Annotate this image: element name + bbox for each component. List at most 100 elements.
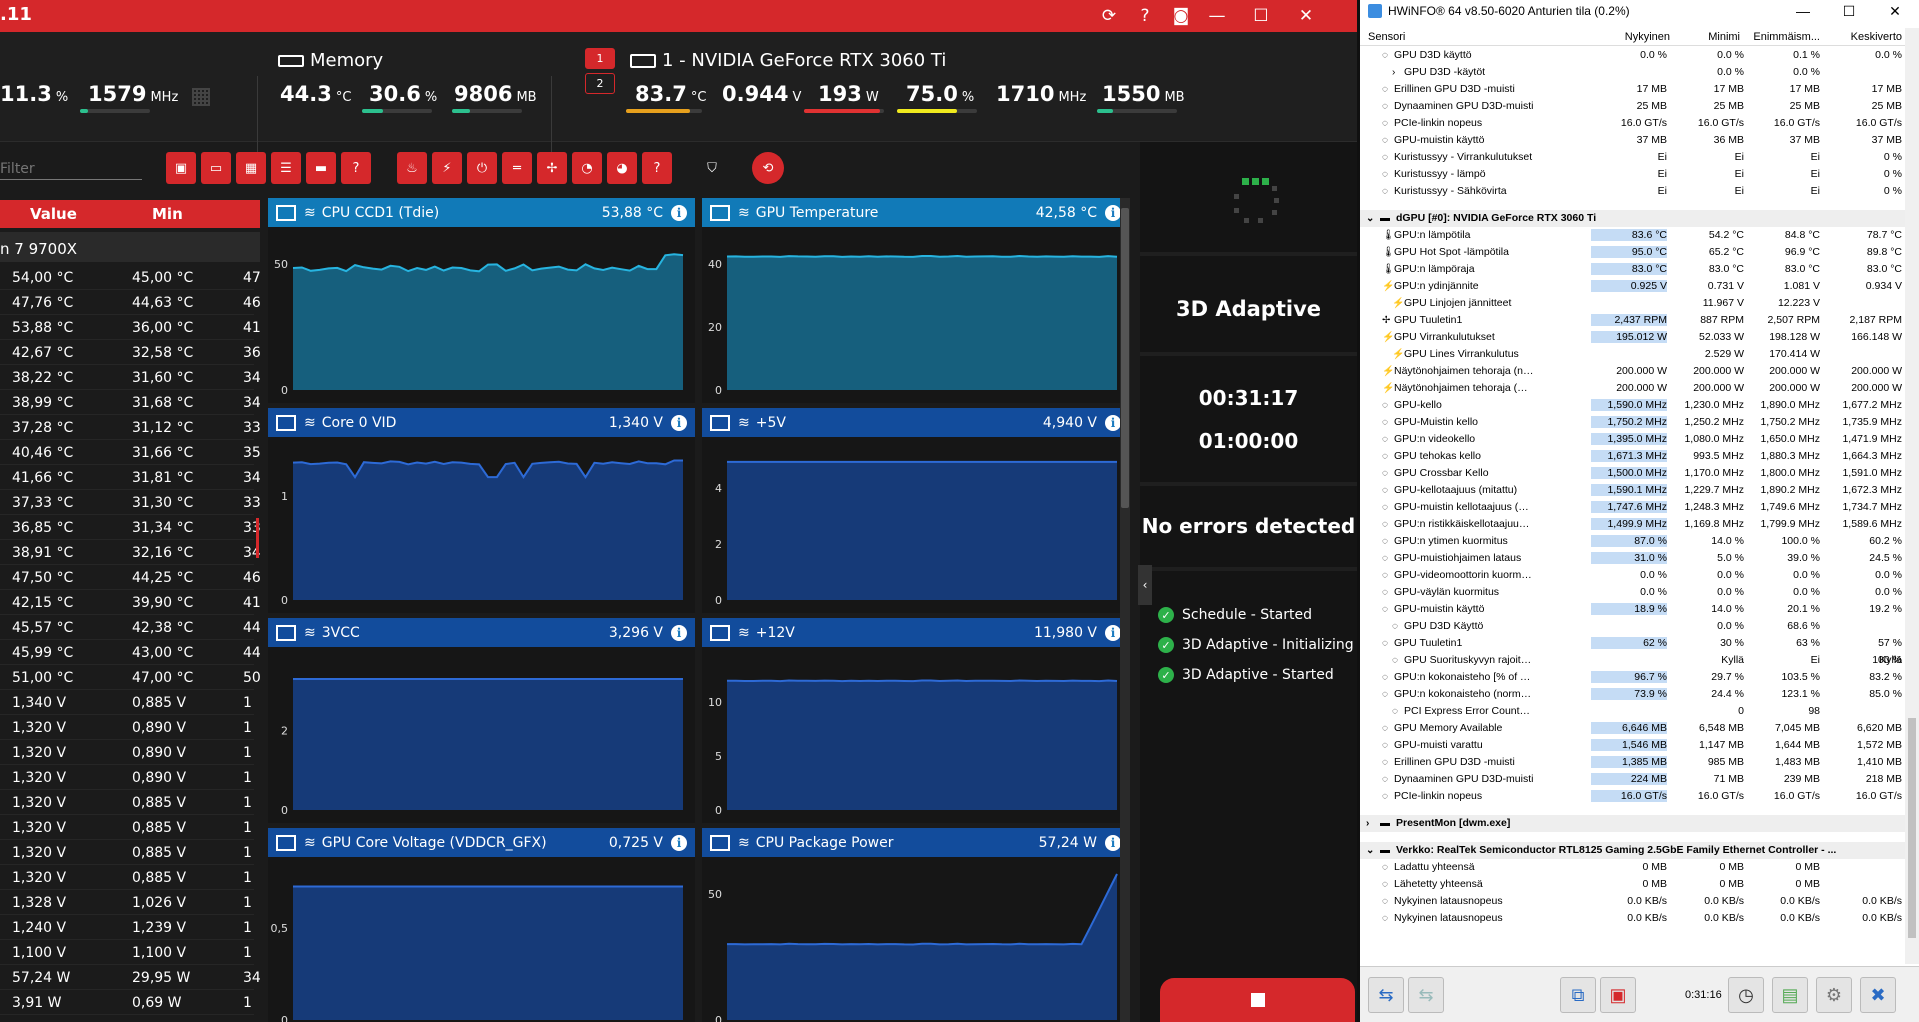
table-row[interactable]: 47,50 °C 44,25 °C 46 bbox=[0, 565, 261, 590]
sensor-group-row[interactable] bbox=[1360, 805, 1905, 815]
col-min[interactable]: Minimi bbox=[1680, 31, 1740, 43]
table-row[interactable]: 37,33 °C 31,30 °C 33 bbox=[0, 490, 261, 515]
sensor-row[interactable]: ◌ Ladattu yhteensä 0 MB 0 MB 0 MB bbox=[1360, 859, 1905, 876]
table-row[interactable]: 54,00 °C 45,00 °C 47 bbox=[0, 265, 261, 290]
info-icon[interactable]: i bbox=[671, 414, 687, 431]
sensor-row[interactable]: ◌ GPU-kello 1,590.0 MHz 1,230.0 MHz 1,890.0 … bbox=[1360, 397, 1905, 414]
table-row[interactable]: 45,99 °C 43,00 °C 44 bbox=[0, 640, 261, 665]
stop-button[interactable] bbox=[1160, 978, 1355, 1022]
table-row[interactable]: 47,76 °C 44,63 °C 46 bbox=[0, 290, 261, 315]
filter-icon[interactable]: ⛉ bbox=[697, 152, 727, 184]
sensor-row[interactable]: ⚡Näytönohjaimen tehoraja (nimelli...200.… bbox=[1360, 363, 1905, 380]
hwinfo-scrollbar[interactable] bbox=[1905, 28, 1919, 964]
reset-layout-icon[interactable]: ⇆ bbox=[1408, 977, 1444, 1013]
settings-icon[interactable]: ⚙ bbox=[1816, 977, 1852, 1013]
sensor-row[interactable]: ⚡Näytönohjaimen tehoraja (maksimi)200.00… bbox=[1360, 380, 1905, 397]
cpu-toggle-icon[interactable]: ▣ bbox=[166, 152, 196, 184]
storage-toggle-icon[interactable]: ☰ bbox=[271, 152, 301, 184]
table-row[interactable]: 1,320 V 0,885 V 1 bbox=[0, 865, 254, 890]
sensor-row[interactable]: 🌡 GPU Hot Spot -lämpötila 95.0 °C 65.2 °C 96… bbox=[1360, 244, 1905, 261]
info-icon[interactable]: i bbox=[671, 624, 687, 641]
sensor-row[interactable]: ◌ GPU:n videokello 1,395.0 MHz 1,080.0 MHz 1… bbox=[1360, 431, 1905, 448]
sensor-row[interactable]: ◌ Nykyinen latausnopeus 0.0 KB/s 0.0 KB/s 0.… bbox=[1360, 910, 1905, 927]
table-row[interactable]: 42,67 °C 32,58 °C 36 bbox=[0, 340, 261, 365]
table-row[interactable]: 3,91 W 0,69 W 1 bbox=[0, 990, 254, 1015]
sensor-row[interactable]: ◌ GPU-muistin käyttö 37 MB 36 MB 37 MB 37 MB bbox=[1360, 132, 1905, 149]
sensor-row[interactable]: ⚡ GPU Virrankulutukset 195.012 W 52.033 W 19… bbox=[1360, 329, 1905, 346]
table-scroll-marker[interactable] bbox=[256, 518, 259, 558]
filter-input[interactable] bbox=[0, 158, 142, 180]
usage-filter-icon[interactable]: ◕ bbox=[607, 152, 637, 184]
sensor-row[interactable]: ◌ PCIe-linkin nopeus 16.0 GT/s 16.0 GT/s 16.… bbox=[1360, 115, 1905, 132]
sensor-row[interactable]: ◌ GPU Tuuletin1 62 % 30 % 63 % 57 % bbox=[1360, 635, 1905, 652]
sensor-row[interactable]: ◌ GPU-Muistin kello 1,750.2 MHz 1,250.2 MHz… bbox=[1360, 414, 1905, 431]
sensor-row[interactable]: ◌ Nykyinen latausnopeus 0.0 KB/s 0.0 KB/s 0.… bbox=[1360, 893, 1905, 910]
sensor-row[interactable]: ◌GPU-muistin kellotaajuus (mitattu)1,747… bbox=[1360, 499, 1905, 516]
sensor-row[interactable]: ◌ PCIe-linkin nopeus 16.0 GT/s 16.0 GT/s 16.… bbox=[1360, 788, 1905, 805]
sensor-row[interactable]: ⚡ GPU:n ydinjännite 0.925 V 0.731 V 1.081 V0… bbox=[1360, 278, 1905, 295]
network-icon[interactable]: ⧉ bbox=[1560, 977, 1596, 1013]
info-icon[interactable]: i bbox=[671, 204, 687, 221]
gpu-toggle-icon[interactable]: ▭ bbox=[201, 152, 231, 184]
sensor-row[interactable]: ◌ GPU:n ytimen kuormitus 87.0 % 14.0 % 100.0… bbox=[1360, 533, 1905, 550]
sensor-row[interactable]: ◌ GPU-muistin käyttö 18.9 % 14.0 % 20.1 % 19.… bbox=[1360, 601, 1905, 618]
sensor-row[interactable]: ◌ Erillinen GPU D3D -muisti 17 MB 17 MB 17 M… bbox=[1360, 81, 1905, 98]
maximize-icon[interactable]: ☐ bbox=[1240, 0, 1282, 32]
close-icon[interactable]: ✕ bbox=[1872, 0, 1918, 22]
sensor-row[interactable]: ◌ GPU D3D Käyttö 0.0 % 68.6 % bbox=[1360, 618, 1905, 635]
fan-filter-icon[interactable]: ✢ bbox=[537, 152, 567, 184]
sensor-row[interactable]: ⚡ GPU Linjojen jännitteet 11.967 V 12.223 V bbox=[1360, 295, 1905, 312]
sensor-row[interactable]: ◌ PCI Express Error Counters 0 98 bbox=[1360, 703, 1905, 720]
other-filter-icon[interactable]: ? bbox=[642, 152, 672, 184]
sensor-group[interactable]: n 7 9700X bbox=[0, 232, 260, 262]
minimize-icon[interactable]: — bbox=[1196, 0, 1238, 32]
table-row[interactable]: 40,46 °C 31,66 °C 35 bbox=[0, 440, 261, 465]
sensor-row[interactable]: ◌ Erillinen GPU D3D -muisti 1,385 MB 985 MB… bbox=[1360, 754, 1905, 771]
sensor-row[interactable]: ◌ Kuristussyy - Sähkövirta Ei Ei Ei 0 % bbox=[1360, 183, 1905, 200]
sensor-row[interactable]: ◌ Dynaaminen GPU D3D-muisti 25 MB 25 MB 25 M… bbox=[1360, 98, 1905, 115]
sensor-row[interactable]: 🌡 GPU:n lämpötila 83.6 °C 54.2 °C 84.8 °C 78.… bbox=[1360, 227, 1905, 244]
col-average[interactable]: Keskiverto bbox=[1822, 31, 1902, 43]
close-icon[interactable]: ✕ bbox=[1285, 0, 1327, 32]
sensor-row[interactable]: ◌ Dynaaminen GPU D3D-muisti 224 MB 71 MB 239… bbox=[1360, 771, 1905, 788]
close-sensors-icon[interactable]: ✖ bbox=[1860, 977, 1896, 1013]
back-forward-icon[interactable]: ⇆ bbox=[1368, 977, 1404, 1013]
sensor-group-row[interactable]: ⌄ ▬ Verkko: RealTek Semiconductor RTL8125 … bbox=[1360, 842, 1905, 859]
table-row[interactable]: 57,24 W 29,95 W 34 bbox=[0, 965, 261, 990]
reset-icon[interactable]: ⟲ bbox=[752, 152, 784, 184]
sensor-row[interactable]: ◌ GPU-muistiohjaimen lataus 31.0 % 5.0 % 39.… bbox=[1360, 550, 1905, 567]
table-row[interactable]: 37,28 °C 31,12 °C 33 bbox=[0, 415, 261, 440]
graph-panel[interactable]: ≋ +5V 4,940 V i 0 2 4 bbox=[702, 408, 1129, 613]
motherboard-toggle-icon[interactable]: ▦ bbox=[236, 152, 266, 184]
table-row[interactable]: 1,320 V 0,890 V 1 bbox=[0, 740, 254, 765]
sensor-row[interactable]: ◌GPU:n kokonaisteho (normalisoitu...73.9… bbox=[1360, 686, 1905, 703]
graph-panel[interactable]: ≋ +12V 11,980 V i 0 5 10 bbox=[702, 618, 1129, 823]
table-row[interactable]: 1,320 V 0,890 V 1 bbox=[0, 765, 254, 790]
sensor-group-row[interactable] bbox=[1360, 832, 1905, 842]
table-row[interactable]: 38,91 °C 32,16 °C 34 bbox=[0, 540, 261, 565]
table-row[interactable]: 36,85 °C 31,34 °C 33 bbox=[0, 515, 261, 540]
collapse-icon[interactable]: ⌄ bbox=[1366, 213, 1374, 224]
graph-panel[interactable]: ≋ GPU Core Voltage (VDDCR_GFX) 0,725 Vi 0 0,… bbox=[268, 828, 695, 1022]
voltage-filter-icon[interactable]: ⚡ bbox=[432, 152, 462, 184]
info-icon[interactable]: i bbox=[1105, 414, 1121, 431]
info-icon[interactable]: i bbox=[1105, 204, 1121, 221]
clock-filter-icon[interactable]: ◔ bbox=[572, 152, 602, 184]
info-icon[interactable]: i bbox=[1105, 834, 1121, 851]
gpu-select-2[interactable]: 2 bbox=[585, 73, 615, 94]
sensor-row[interactable]: 🌡 GPU:n lämpöraja 83.0 °C 83.0 °C 83.0 °C 83.… bbox=[1360, 261, 1905, 278]
col-value[interactable]: Value bbox=[30, 205, 77, 223]
table-row[interactable]: 45,57 °C 42,38 °C 44 bbox=[0, 615, 261, 640]
table-row[interactable]: 1,328 V 1,026 V 1 bbox=[0, 890, 254, 915]
minimize-icon[interactable]: — bbox=[1780, 0, 1826, 22]
table-row[interactable]: 1,320 V 0,885 V 1 bbox=[0, 815, 254, 840]
sensor-row[interactable]: ◌ GPU Suorituskyvyn rajoittimet Kyllä Ei Kyl… bbox=[1360, 652, 1905, 669]
graph-panel[interactable]: ≋ 3VCC 3,296 Vi02 bbox=[268, 618, 695, 823]
table-row[interactable]: 1,340 V 0,885 V 1 bbox=[0, 690, 254, 715]
collapse-panel-icon[interactable]: ‹ bbox=[1138, 565, 1152, 605]
sensor-row[interactable]: ◌ GPU tehokas kello 1,671.3 MHz 993.5 MHz 1,… bbox=[1360, 448, 1905, 465]
sensor-row[interactable]: ◌GPU:n ristikkäiskellotaajuus (mitat...1… bbox=[1360, 516, 1905, 533]
sensor-group-row[interactable]: › ▬ PresentMon [dwm.exe] bbox=[1360, 815, 1905, 832]
sensor-row[interactable]: ◌ Lähetetty yhteensä 0 MB 0 MB 0 MB bbox=[1360, 876, 1905, 893]
table-row[interactable]: 1,320 V 0,885 V 1 bbox=[0, 840, 254, 865]
